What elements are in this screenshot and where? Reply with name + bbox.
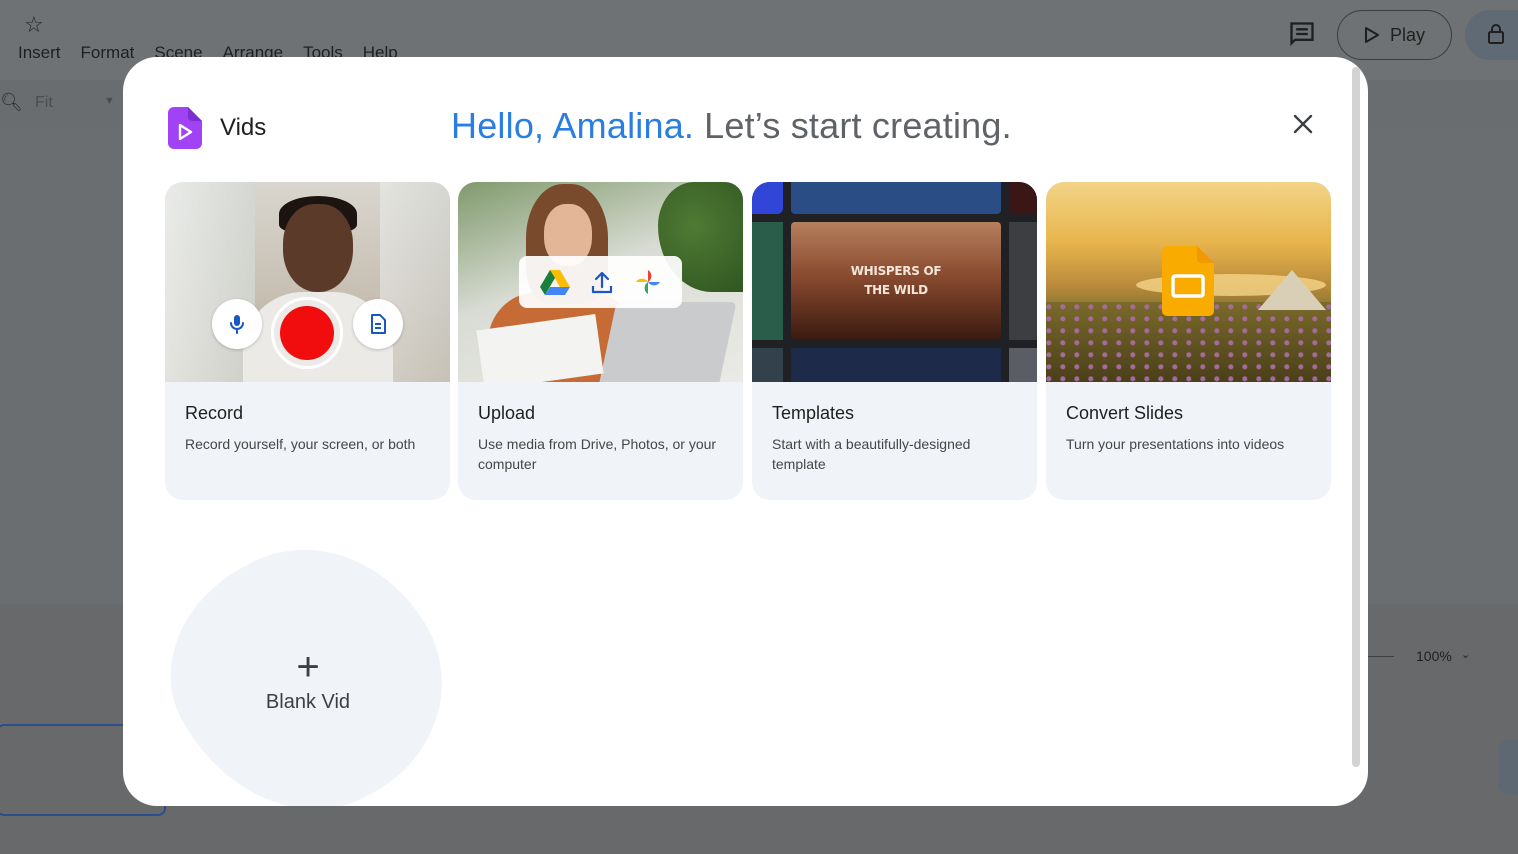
card-description: Record yourself, your screen, or both bbox=[185, 436, 416, 452]
timeline-zoom-value[interactable]: 100% bbox=[1416, 648, 1452, 664]
card-description: Turn your presentations into videos bbox=[1066, 436, 1285, 452]
brand-name: Vids bbox=[220, 114, 267, 141]
card-title: Convert Slides bbox=[1066, 403, 1184, 423]
upload-card[interactable]: Upload Use media from Drive, Photos, or … bbox=[458, 182, 743, 500]
record-thumbnail bbox=[165, 182, 450, 382]
menu-insert[interactable]: Insert bbox=[18, 43, 61, 63]
templates-thumbnail: WHISPERS OF THE WILD bbox=[752, 182, 1037, 382]
timeline-zoom-slider[interactable] bbox=[1368, 656, 1394, 657]
play-button[interactable]: Play bbox=[1337, 10, 1452, 60]
zoom-select[interactable]: Fit bbox=[35, 94, 53, 112]
comment-icon[interactable] bbox=[1288, 20, 1316, 48]
blank-vid-button[interactable]: + Blank Vid bbox=[178, 647, 438, 714]
templates-card[interactable]: WHISPERS OF THE WILD Templates Start wit… bbox=[752, 182, 1037, 500]
brand: Vids bbox=[168, 107, 266, 149]
play-icon bbox=[1364, 27, 1379, 43]
card-title: Upload bbox=[478, 403, 536, 423]
google-slides-icon bbox=[1162, 246, 1214, 316]
greeting-name: Hello, Amalina. bbox=[451, 105, 695, 146]
card-title: Templates bbox=[772, 403, 855, 423]
greeting-message: Let’s start creating. bbox=[704, 105, 1012, 146]
template-preview: WHISPERS OF THE WILD bbox=[791, 222, 1001, 340]
dialog-scrollbar[interactable] bbox=[1352, 67, 1360, 767]
record-card[interactable]: Record Record yourself, your screen, or … bbox=[165, 182, 450, 500]
star-icon[interactable]: ☆ bbox=[24, 14, 44, 36]
close-button[interactable] bbox=[1286, 107, 1320, 141]
play-label: Play bbox=[1389, 24, 1425, 45]
google-photos-icon[interactable] bbox=[634, 268, 662, 296]
record-dot-icon bbox=[280, 306, 334, 360]
upload-icon[interactable] bbox=[591, 270, 613, 294]
card-title: Record bbox=[185, 403, 244, 423]
menu-format[interactable]: Format bbox=[81, 43, 135, 63]
side-panel-button[interactable] bbox=[1498, 740, 1518, 794]
google-drive-icon[interactable] bbox=[539, 269, 570, 295]
script-button[interactable] bbox=[353, 299, 403, 349]
template-preview-title: WHISPERS OF bbox=[850, 264, 942, 278]
microphone-button[interactable] bbox=[212, 299, 262, 349]
upload-thumbnail bbox=[458, 182, 743, 382]
template-preview-subtitle: THE WILD bbox=[864, 283, 928, 297]
card-description: Use media from Drive, Photos, or your co… bbox=[478, 436, 717, 472]
zoom-icon[interactable]: 🔍︎ bbox=[0, 92, 23, 113]
microphone-icon bbox=[230, 315, 244, 334]
close-icon bbox=[1293, 114, 1313, 134]
record-button[interactable] bbox=[271, 297, 343, 369]
plus-icon: + bbox=[296, 645, 320, 689]
document-icon bbox=[371, 314, 386, 334]
start-dialog: Vids Hello, Amalina. Let’s start creating… bbox=[123, 57, 1368, 806]
slides-thumbnail bbox=[1046, 182, 1331, 382]
chevron-down-icon: ▼ bbox=[104, 95, 115, 107]
upload-sources bbox=[519, 256, 682, 308]
chevron-down-icon: ⌄ bbox=[1461, 649, 1471, 661]
share-button[interactable] bbox=[1465, 10, 1518, 60]
blank-vid-label: Blank Vid bbox=[265, 691, 351, 713]
card-description: Start with a beautifully-designed templa… bbox=[772, 436, 971, 472]
vids-logo-icon bbox=[168, 107, 202, 149]
convert-slides-card[interactable]: Convert Slides Turn your presentations i… bbox=[1046, 182, 1331, 500]
greeting: Hello, Amalina. Let’s start creating. bbox=[451, 105, 1012, 147]
lock-icon bbox=[1488, 24, 1504, 44]
